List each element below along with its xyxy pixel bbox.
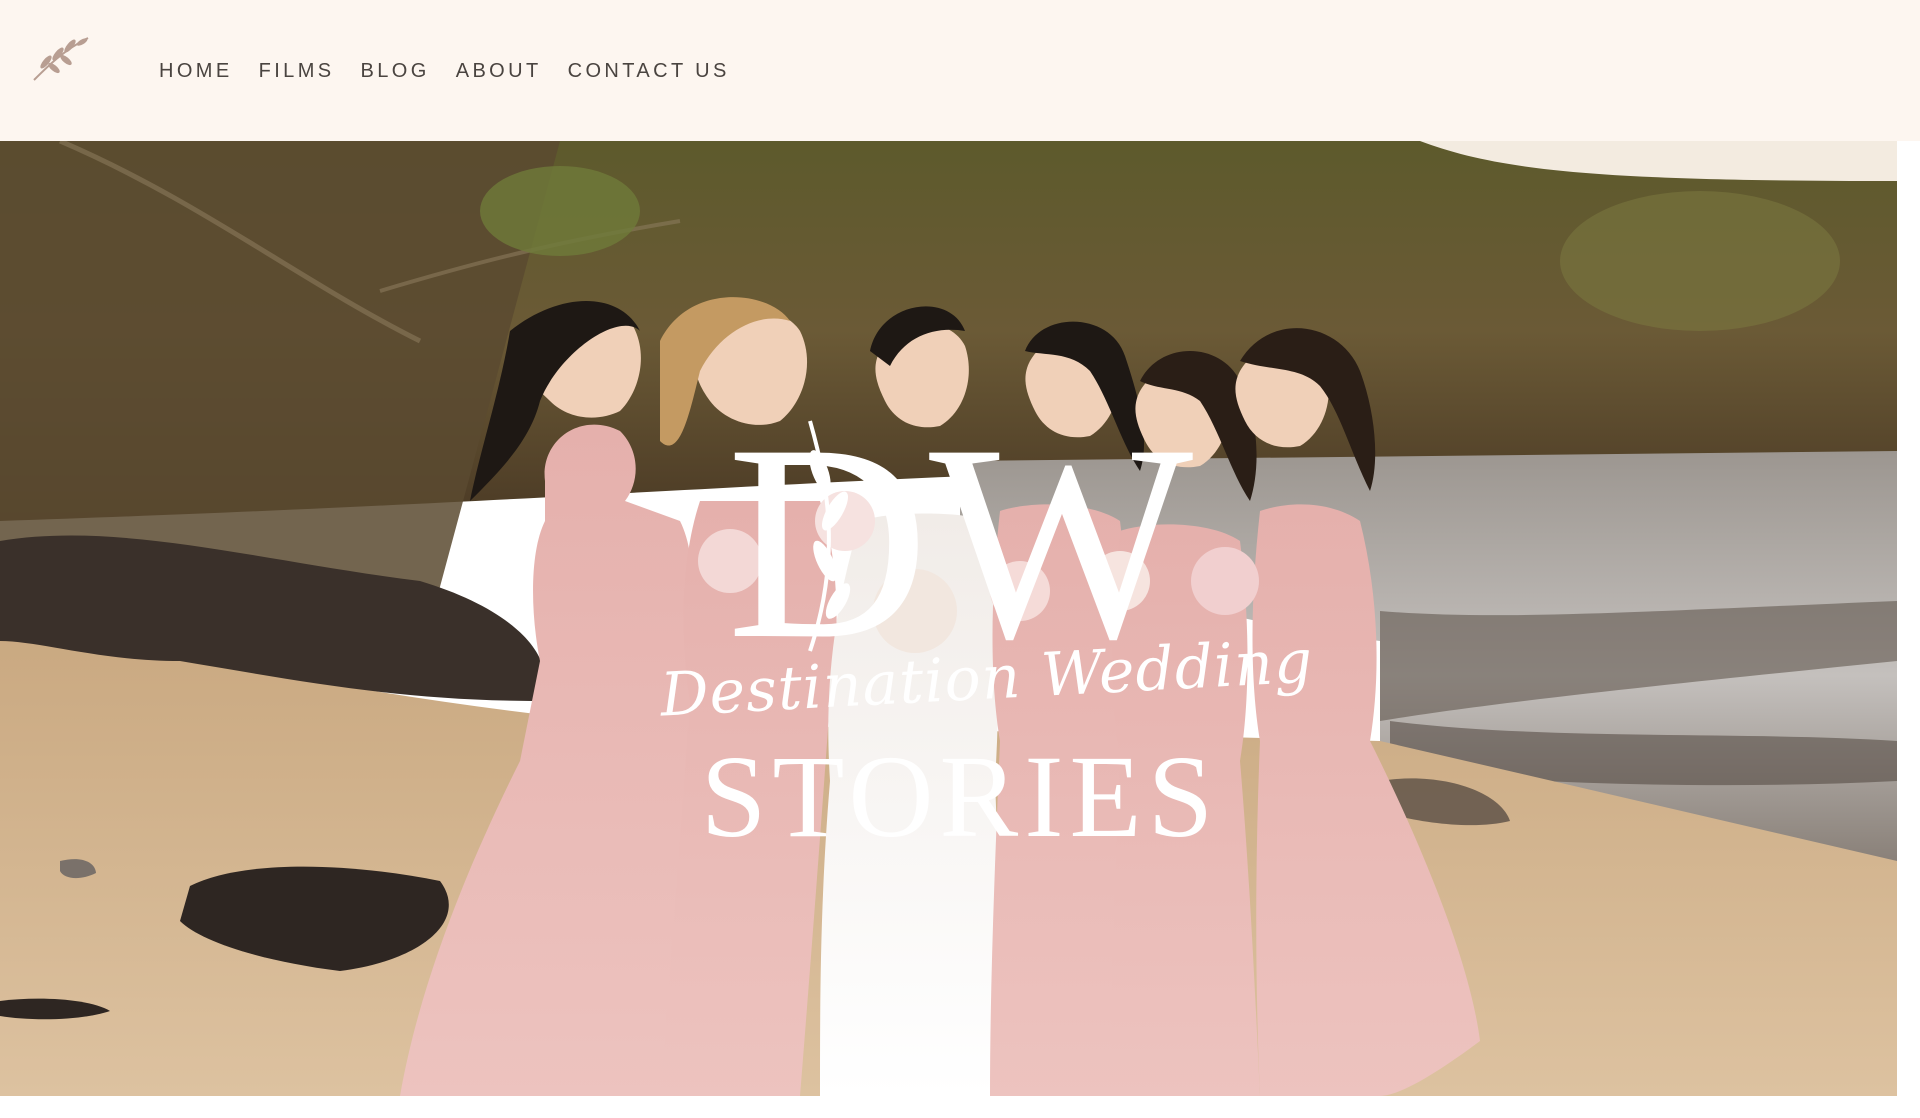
hero-title: STORIES [700,731,1220,862]
nav-blog[interactable]: BLOG [361,58,430,84]
bottom-strip [0,1096,1920,1118]
site-header: HOME FILMS BLOG ABOUT CONTACT US [0,0,1920,141]
main-nav: HOME FILMS BLOG ABOUT CONTACT US [159,58,756,84]
right-edge-gap [1897,141,1920,1096]
nav-about[interactable]: ABOUT [456,58,542,84]
hero-section: DW Destination Wedding STORIES [0,141,1897,1096]
nav-films[interactable]: FILMS [259,58,335,84]
leaf-branch-icon[interactable] [30,32,92,84]
nav-contact-us[interactable]: CONTACT US [568,58,730,84]
nav-home[interactable]: HOME [159,58,233,84]
